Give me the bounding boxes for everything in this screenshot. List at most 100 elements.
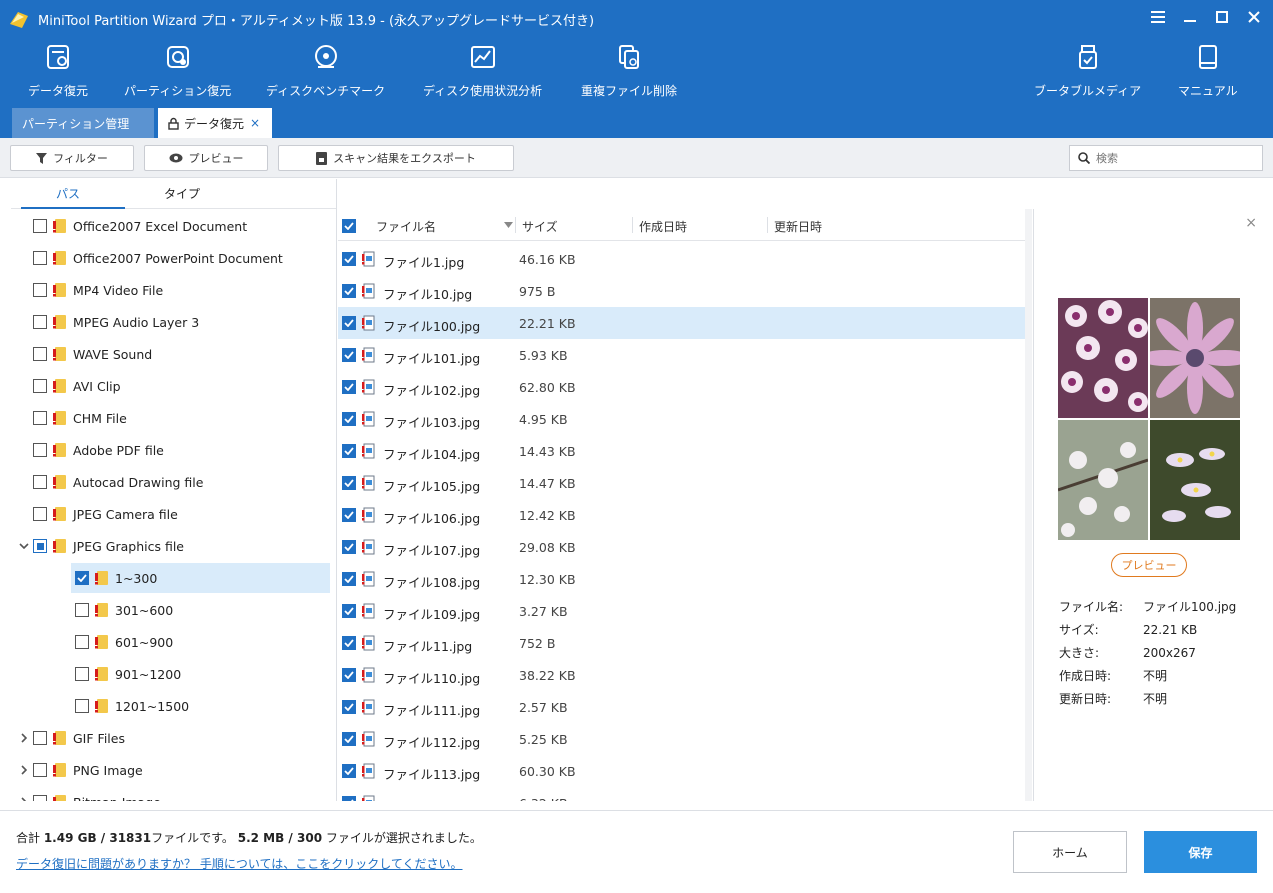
toolbar-manual-button[interactable]: マニュアル (1178, 42, 1238, 99)
sort-down-icon[interactable] (504, 222, 513, 228)
tree-node[interactable]: WAVE Sound (11, 339, 330, 369)
tab-data-recovery[interactable]: データ復元 × (158, 108, 272, 138)
tree-checkbox[interactable] (33, 315, 47, 329)
chevron-right-icon[interactable] (17, 795, 31, 801)
file-row[interactable]: ファイル101.jpg 5.93 KB (338, 339, 1025, 371)
tree-node[interactable]: Adobe PDF file (11, 435, 330, 465)
select-all-checkbox[interactable] (342, 219, 356, 233)
preview-close-icon[interactable]: × (1245, 215, 1257, 231)
export-results-button[interactable]: スキャン結果をエクスポート (278, 145, 514, 171)
tree-checkbox[interactable] (33, 347, 47, 361)
search-box[interactable] (1069, 145, 1263, 171)
file-row[interactable]: ファイル1.jpg 46.16 KB (338, 243, 1025, 275)
file-checkbox[interactable] (342, 636, 356, 650)
tree-node[interactable]: AVI Clip (11, 371, 330, 401)
search-input[interactable] (1096, 151, 1246, 165)
tree-checkbox[interactable] (33, 379, 47, 393)
column-header-name[interactable]: ファイル名 (376, 218, 436, 235)
tree-node[interactable]: 601~900 (71, 627, 330, 657)
tree-checkbox[interactable] (33, 411, 47, 425)
tree-checkbox[interactable] (33, 795, 47, 801)
file-checkbox[interactable] (342, 316, 356, 330)
file-row[interactable]: ファイル105.jpg 14.47 KB (338, 467, 1025, 499)
tree-checkbox[interactable] (33, 731, 47, 745)
toolbar-partition-recovery-button[interactable]: パーティション復元 (124, 42, 231, 99)
tree-node[interactable]: 1~300 (71, 563, 330, 593)
file-checkbox[interactable] (342, 764, 356, 778)
preview-button[interactable]: プレビュー (144, 145, 268, 171)
file-row[interactable]: ファイル106.jpg 12.42 KB (338, 499, 1025, 531)
file-checkbox[interactable] (342, 732, 356, 746)
file-row[interactable]: ファイル100.jpg 22.21 KB (338, 307, 1025, 339)
file-checkbox[interactable] (342, 476, 356, 490)
close-icon[interactable] (1245, 8, 1263, 26)
tree-node[interactable]: Bitmap Image (11, 787, 330, 801)
preview-image-button[interactable]: プレビュー (1111, 553, 1187, 577)
tree-checkbox[interactable] (33, 507, 47, 521)
tree-node[interactable]: 301~600 (71, 595, 330, 625)
chevron-down-icon[interactable] (17, 539, 31, 553)
file-row[interactable]: ファイル107.jpg 29.08 KB (338, 531, 1025, 563)
chevron-right-icon[interactable] (17, 731, 31, 745)
file-checkbox[interactable] (342, 444, 356, 458)
tree-node[interactable]: PNG Image (11, 755, 330, 785)
tree-checkbox[interactable] (75, 603, 89, 617)
file-row[interactable]: ファイル108.jpg 12.30 KB (338, 563, 1025, 595)
tree-node[interactable]: Autocad Drawing file (11, 467, 330, 497)
file-row[interactable]: ファイル111.jpg 2.57 KB (338, 691, 1025, 723)
tree-checkbox[interactable] (33, 539, 47, 553)
maximize-icon[interactable] (1213, 8, 1231, 26)
tree-node[interactable]: Office2007 Excel Document (11, 211, 330, 241)
chevron-right-icon[interactable] (17, 763, 31, 777)
toolbar-bootable-media-button[interactable]: ブータブルメディア (1034, 42, 1141, 99)
tree-node[interactable]: JPEG Graphics file (11, 531, 330, 561)
tree-checkbox[interactable] (33, 219, 47, 233)
file-checkbox[interactable] (342, 540, 356, 554)
toolbar-duplicate-file-button[interactable]: 重複ファイル削除 (581, 42, 677, 99)
tree-checkbox[interactable] (33, 443, 47, 457)
minimize-icon[interactable] (1181, 8, 1199, 26)
file-checkbox[interactable] (342, 668, 356, 682)
file-checkbox[interactable] (342, 380, 356, 394)
file-row[interactable]: ファイル102.jpg 62.80 KB (338, 371, 1025, 403)
column-header-size[interactable]: サイズ (522, 218, 558, 235)
file-checkbox[interactable] (342, 252, 356, 266)
tree-checkbox[interactable] (33, 283, 47, 297)
toolbar-data-recovery-button[interactable]: データ復元 (28, 42, 88, 99)
file-checkbox[interactable] (342, 572, 356, 586)
tree-node[interactable]: 1201~1500 (71, 691, 330, 721)
tab-path[interactable]: パス (11, 179, 125, 209)
file-checkbox[interactable] (342, 348, 356, 362)
column-header-created[interactable]: 作成日時 (639, 218, 687, 235)
tree-node[interactable]: CHM File (11, 403, 330, 433)
tree-node[interactable]: 901~1200 (71, 659, 330, 689)
tree-checkbox[interactable] (33, 763, 47, 777)
tree-node[interactable]: MP4 Video File (11, 275, 330, 305)
tree-node[interactable]: GIF Files (11, 723, 330, 753)
file-checkbox[interactable] (342, 412, 356, 426)
tree-checkbox[interactable] (33, 475, 47, 489)
file-row[interactable]: ファイル109.jpg 3.27 KB (338, 595, 1025, 627)
file-row[interactable]: ファイル11.jpg 752 B (338, 627, 1025, 659)
help-link[interactable]: データ復旧に問題がありますか？ 手順については、ここをクリックしてください。 (16, 855, 463, 872)
tab-close-icon[interactable]: × (250, 116, 260, 130)
tree-checkbox[interactable] (75, 635, 89, 649)
tree-node[interactable]: MPEG Audio Layer 3 (11, 307, 330, 337)
filter-button[interactable]: フィルター (10, 145, 134, 171)
file-row[interactable]: ファイル112.jpg 5.25 KB (338, 723, 1025, 755)
tab-type[interactable]: タイプ (125, 179, 239, 208)
tree-checkbox[interactable] (75, 699, 89, 713)
list-scrollbar[interactable] (1025, 209, 1032, 801)
file-checkbox[interactable] (342, 796, 356, 801)
column-header-modified[interactable]: 更新日時 (774, 218, 822, 235)
file-row[interactable]: ファイル110.jpg 38.22 KB (338, 659, 1025, 691)
tree-checkbox[interactable] (33, 251, 47, 265)
file-row[interactable]: ファイル113.jpg 60.30 KB (338, 755, 1025, 787)
file-checkbox[interactable] (342, 508, 356, 522)
toolbar-space-analyzer-button[interactable]: ディスク使用状況分析 (423, 42, 542, 99)
toolbar-disk-benchmark-button[interactable]: ディスクベンチマーク (266, 42, 385, 99)
tree-checkbox[interactable] (75, 571, 89, 585)
file-checkbox[interactable] (342, 700, 356, 714)
menu-icon[interactable] (1149, 8, 1167, 26)
file-checkbox[interactable] (342, 604, 356, 618)
